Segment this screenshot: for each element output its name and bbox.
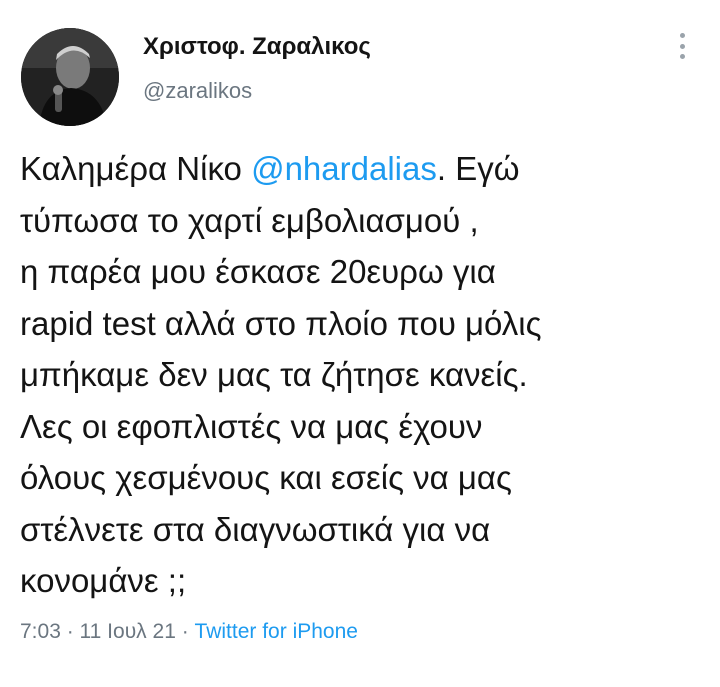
tweet-time[interactable]: 7:03 [20, 620, 61, 643]
meta-separator: · [60, 620, 80, 643]
mention-link[interactable]: @nhardalias [251, 150, 437, 187]
tweet-text-line: rapid test αλλά στο πλοίο που μόλις [20, 304, 542, 342]
tweet-text-line: όλους χεσμένους και εσείς να μας [20, 459, 512, 496]
author-handle[interactable]: @zaralikos [143, 78, 252, 104]
tweet-text-segment: . Εγώ [436, 150, 520, 187]
author-display-name[interactable]: Χριστοφ. Ζαραλικος [143, 33, 371, 61]
tweet-text-line: Λες οι εφοπλιστές να μας έχουν [20, 407, 483, 445]
vertical-ellipsis-icon [679, 33, 685, 38]
tweet-meta: 7:03 · 11 Ιουλ 21 · Twitter for iPhone [20, 620, 358, 644]
avatar-photo [21, 28, 119, 126]
vertical-ellipsis-icon [679, 54, 685, 59]
avatar[interactable] [21, 28, 119, 126]
tweet-text: Καλημέρα Νίκο @nhardalias. Εγώ τύπωσα το… [20, 143, 710, 607]
tweet-text-line: Καλημέρα Νίκο @nhardalias. Εγώ [20, 143, 710, 195]
tweet-card: Χριστοφ. Ζαραλικος @zaralikos Καλημέρα Ν… [0, 0, 720, 687]
meta-separator: · [175, 620, 195, 643]
tweet-text-line: τύπωσα το χαρτί εμβολιασμού , [20, 201, 479, 239]
more-options-button[interactable] [672, 30, 692, 62]
tweet-text-line: κονομάνε ;; [20, 562, 187, 599]
tweet-source-link[interactable]: Twitter for iPhone [195, 620, 358, 643]
tweet-date[interactable]: 11 Ιουλ 21 [80, 620, 176, 643]
tweet-text-line: στέλνετε στα διαγνωστικά για να [20, 510, 491, 548]
tweet-text-line: η παρέα μου έσκασε 20ευρω για [20, 253, 496, 290]
tweet-text-segment: Καλημέρα Νίκο [20, 150, 252, 187]
vertical-ellipsis-icon [679, 43, 685, 49]
tweet-text-line: μπήκαμε δεν μας τα ζήτησε κανείς. [20, 356, 528, 393]
